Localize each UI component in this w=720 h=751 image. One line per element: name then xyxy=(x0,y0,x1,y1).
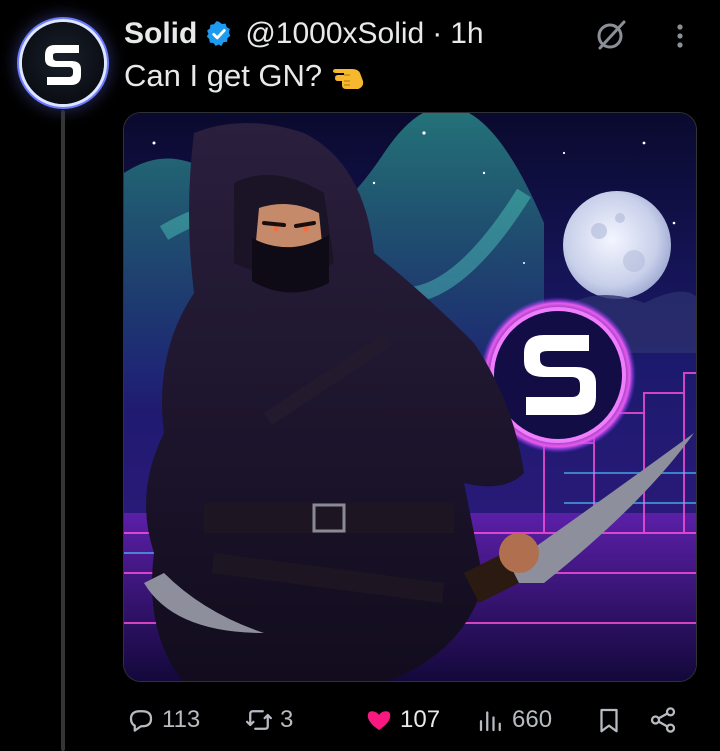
bookmark-icon xyxy=(600,708,618,733)
tweet-body: Can I get GN? xyxy=(124,58,323,93)
tweet-text: Can I get GN? xyxy=(124,58,366,94)
thread-line xyxy=(61,110,65,751)
reply-icon xyxy=(129,710,153,732)
retweet-count: 3 xyxy=(280,706,294,733)
more-vertical-icon[interactable] xyxy=(671,22,689,50)
like-count: 107 xyxy=(400,706,441,733)
post-time[interactable]: 1h xyxy=(450,17,483,51)
separator-dot: · xyxy=(432,17,443,50)
bookmark-button[interactable] xyxy=(594,703,624,737)
share-button[interactable] xyxy=(648,703,678,737)
heart-icon xyxy=(367,711,391,730)
reply-button[interactable]: 113 xyxy=(126,703,200,737)
retweet-button[interactable]: 3 xyxy=(244,703,293,737)
user-handle[interactable]: @1000xSolid xyxy=(245,17,424,51)
tweet-header: Solid @1000xSolid · 1h xyxy=(124,14,484,54)
share-icon xyxy=(650,707,676,733)
views-chart-icon xyxy=(479,711,501,732)
pushing-hand-emoji-icon xyxy=(333,69,364,89)
grok-icon[interactable] xyxy=(594,18,628,52)
tweet-action-bar: 113 3 107 660 xyxy=(124,703,684,737)
view-count: 660 xyxy=(512,706,553,733)
retweet-icon xyxy=(246,710,272,730)
avatar[interactable] xyxy=(22,22,104,104)
verified-badge-icon xyxy=(207,21,231,47)
views-button[interactable]: 660 xyxy=(476,703,552,737)
solid-logo-icon xyxy=(45,45,81,85)
tweet-media-image[interactable] xyxy=(123,112,697,682)
like-button[interactable]: 107 xyxy=(364,703,440,737)
display-name[interactable]: Solid xyxy=(124,17,197,51)
reply-count: 113 xyxy=(162,706,201,733)
avatar-column xyxy=(22,22,104,104)
